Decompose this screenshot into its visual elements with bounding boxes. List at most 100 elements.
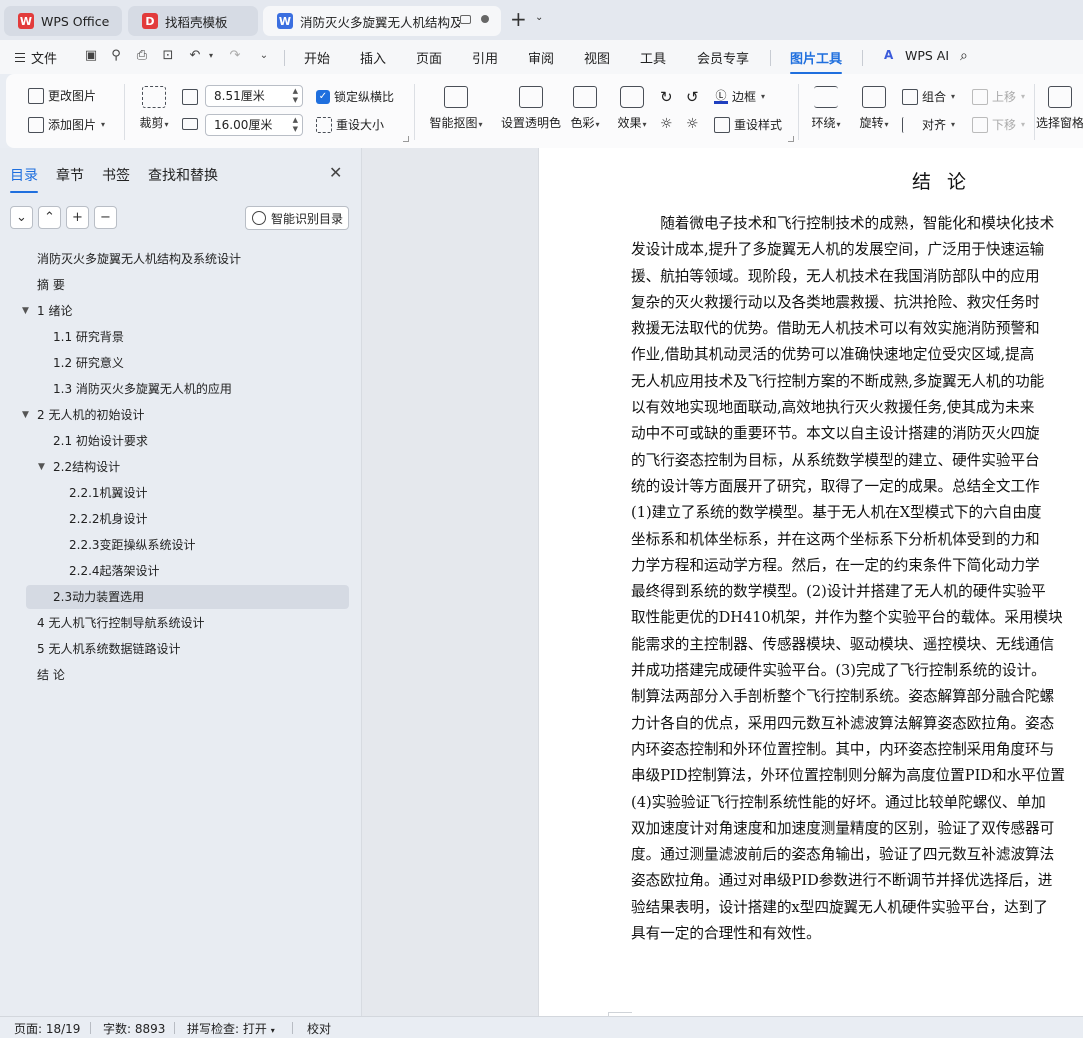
menu-page[interactable]: 页面 — [416, 48, 442, 67]
selection-pane-button[interactable]: 选择窗格 — [1036, 86, 1083, 131]
save-icon[interactable]: ▣ — [84, 49, 98, 63]
rotate-button[interactable]: 旋转▾ — [852, 86, 896, 131]
expanded-triangle-icon[interactable]: ▼ — [22, 299, 29, 323]
toc-item[interactable]: 1.3 消防灭火多旋翼无人机的应用 — [26, 377, 346, 401]
quick-access-more-icon[interactable]: ⌄ — [257, 49, 271, 63]
nav-tab-sections[interactable]: 章节 — [56, 165, 84, 185]
menu-view[interactable]: 视图 — [584, 48, 610, 67]
width-input[interactable]: 8.51厘米 ▲ ▼ — [205, 85, 303, 107]
expand-all-chevron-down-icon[interactable]: ⌄ — [10, 206, 33, 229]
monitor-icon[interactable] — [460, 15, 471, 24]
format-painter-icon[interactable]: ⚲ — [109, 49, 123, 63]
resize-button[interactable]: 重设大小 — [316, 116, 384, 133]
move-up-button[interactable]: 上移 ▾ — [972, 88, 1025, 105]
document-line: 最终得到系统的数学模型。(2)设计并搭建了无人机的硬件实验平 — [631, 583, 1046, 601]
wrap-button[interactable]: 环绕▾ — [804, 86, 848, 131]
tab-docer-templates[interactable]: D 找稻壳模板 — [128, 6, 258, 36]
tab-current-document[interactable]: W 消防灭火多旋翼无人机结构及系 — [263, 6, 501, 36]
print-preview-icon[interactable]: ⊡ — [161, 49, 175, 63]
document-line: 力计各自的优点，采用四元数互补滤波算法解算姿态欧拉角。姿态 — [631, 714, 1055, 732]
crop-button[interactable]: 裁剪▾ — [124, 86, 184, 131]
border-button[interactable]: Ⓛ 边框 ▾ — [714, 88, 765, 105]
menu-references[interactable]: 引用 — [472, 48, 498, 67]
reset-style-button[interactable]: 重设样式 — [714, 116, 782, 133]
toc-item[interactable]: 5 无人机系统数据链路设计 — [26, 637, 346, 661]
toc-item[interactable]: 1.2 研究意义 — [26, 351, 346, 375]
smart-cutout-button[interactable]: 智能抠图▾ — [422, 86, 490, 131]
add-heading-plus-icon[interactable]: + — [66, 206, 89, 229]
toc-item[interactable]: 2.1 初始设计要求 — [26, 429, 346, 453]
border-label: 边框 — [732, 90, 757, 104]
dialog-launcher-icon[interactable] — [788, 136, 794, 142]
toc-item[interactable]: 2.2.1机翼设计 — [26, 481, 346, 505]
proofread-button[interactable]: 校对 — [307, 1020, 331, 1037]
toc-item[interactable]: 2.2.2机身设计 — [26, 507, 346, 531]
new-tab-plus-icon[interactable]: + — [510, 9, 527, 29]
set-transparent-button[interactable]: 设置透明色 — [494, 86, 568, 131]
toc-item-selected[interactable]: 2.3动力装置选用 — [26, 585, 349, 609]
tab-list-chevron-icon[interactable]: ⌄ — [535, 12, 543, 23]
print-icon[interactable]: ⎙ — [135, 49, 149, 63]
change-picture-button[interactable]: 更改图片 — [28, 87, 96, 104]
contrast-icon[interactable]: ☼ — [686, 116, 699, 132]
toc-item[interactable]: 结 论 — [26, 663, 346, 687]
nav-tab-bookmarks[interactable]: 书签 — [102, 165, 130, 185]
move-down-button[interactable]: 下移 ▾ — [972, 116, 1025, 133]
undo-dropdown-icon[interactable]: ▾ — [204, 49, 218, 63]
wrap-label: 环绕 — [811, 116, 836, 130]
tab-wps-office[interactable]: W WPS Office — [4, 6, 122, 36]
nav-tab-toc[interactable]: 目录 — [10, 165, 38, 193]
menu-tools[interactable]: 工具 — [640, 48, 666, 67]
color-button[interactable]: 色彩▾ — [564, 86, 606, 131]
toc-item[interactable]: ▼ 2 无人机的初始设计 — [22, 403, 346, 427]
unsaved-dot-icon[interactable] — [481, 15, 489, 23]
toc-item[interactable]: 2.2.4起落架设计 — [26, 559, 346, 583]
nav-tab-find-replace[interactable]: 查找和替换 — [148, 165, 218, 185]
toc-item[interactable]: 1.1 研究背景 — [26, 325, 346, 349]
close-icon[interactable]: ✕ — [329, 163, 342, 182]
redo-icon[interactable]: ↷ — [228, 49, 242, 63]
menu-review[interactable]: 审阅 — [528, 48, 554, 67]
width-spinner-icon[interactable]: ▲ ▼ — [293, 87, 298, 105]
reset-style-label: 重设样式 — [734, 118, 783, 132]
brightness-up-icon[interactable]: ↻ — [660, 88, 673, 106]
align-button[interactable]: 对齐 ▾ — [902, 116, 955, 133]
toc-item[interactable]: 摘 要 — [26, 273, 346, 297]
toc-item[interactable]: 4 无人机飞行控制导航系统设计 — [26, 611, 346, 635]
menu-member[interactable]: 会员专享 — [697, 48, 749, 67]
menu-home[interactable]: 开始 — [304, 48, 330, 67]
transparent-color-icon — [519, 86, 543, 108]
search-icon[interactable]: ⌕ — [960, 48, 968, 64]
status-separator — [292, 1022, 293, 1034]
height-spinner-icon[interactable]: ▲ ▼ — [293, 116, 298, 134]
lock-ratio-checkbox[interactable]: ✓ 锁定纵横比 — [316, 88, 394, 105]
expanded-triangle-icon[interactable]: ▼ — [38, 455, 45, 479]
toc-item-label: 2.2结构设计 — [53, 460, 121, 474]
menu-wps-ai[interactable]: WPS AI — [905, 48, 949, 63]
spell-check-toggle[interactable]: 拼写检查: 打开 ▾ — [187, 1020, 275, 1037]
collapse-chevron-up-icon[interactable]: ⌃ — [38, 206, 61, 229]
brightness-icon[interactable]: ☼ — [660, 116, 673, 132]
menu-insert[interactable]: 插入 — [360, 48, 386, 67]
file-menu-button[interactable]: 文件 — [15, 48, 57, 67]
add-picture-button[interactable]: 添加图片 ▾ — [28, 116, 105, 133]
word-count[interactable]: 字数: 8893 — [103, 1020, 165, 1037]
menu-picture-tools[interactable]: 图片工具 — [790, 48, 843, 74]
remove-heading-minus-icon[interactable]: − — [94, 206, 117, 229]
contrast-up-icon[interactable]: ↺ — [686, 88, 699, 106]
smart-toc-button[interactable]: 智能识别目录 — [245, 206, 349, 230]
toc-item[interactable]: 2.2.3变距操纵系统设计 — [26, 533, 346, 557]
toc-item[interactable]: ▼ 1 绪论 — [22, 299, 346, 323]
undo-icon[interactable]: ↶ — [188, 49, 202, 63]
group-button[interactable]: 组合 ▾ — [902, 88, 955, 105]
document-body[interactable]: 随着微电子技术和飞行控制技术的成熟，智能化和模块化技术 发设计成本,提升了多旋翼无… — [631, 211, 1083, 947]
page-indicator[interactable]: 页面: 18/19 — [14, 1020, 80, 1037]
document-line: 救援无法取代的优势。借助无人机技术可以有效实施消防预警和 — [631, 320, 1040, 338]
dialog-launcher-icon[interactable] — [403, 136, 409, 142]
effects-button[interactable]: 效果▾ — [610, 86, 654, 131]
selection-pane-label: 选择窗格 — [1036, 116, 1083, 130]
height-input[interactable]: 16.00厘米 ▲ ▼ — [205, 114, 303, 136]
expanded-triangle-icon[interactable]: ▼ — [22, 403, 29, 427]
toc-item[interactable]: ▼ 2.2结构设计 — [26, 455, 346, 479]
toc-item[interactable]: 消防灭火多旋翼无人机结构及系统设计 — [26, 247, 346, 271]
